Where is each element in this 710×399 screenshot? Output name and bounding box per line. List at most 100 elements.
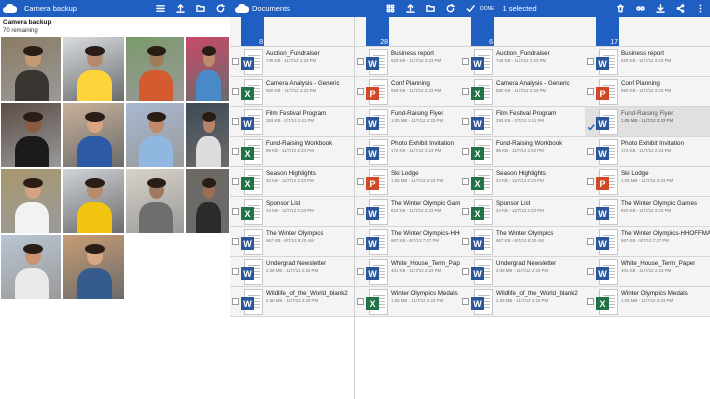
photo-thumbnail[interactable] bbox=[0, 36, 62, 102]
checkbox[interactable] bbox=[357, 298, 364, 305]
file-row[interactable]: W White_House_Term_Paper 401 KB - 11/7/12 … bbox=[355, 257, 460, 287]
file-row[interactable]: X Sponsor List 24 KB - 11/7/12 2:23 PM bbox=[460, 197, 585, 227]
file-row[interactable]: W The Winter Olympics-HHOFFMA 667 KB - 8/7… bbox=[585, 227, 710, 257]
checkbox[interactable] bbox=[587, 88, 594, 95]
file-row[interactable]: W Photo Exhibit Invitation 172 KB - 11/7/1… bbox=[585, 137, 710, 167]
share-icon[interactable] bbox=[670, 0, 690, 17]
photo-thumbnail[interactable] bbox=[0, 168, 62, 234]
checkbox-checked[interactable] bbox=[587, 118, 595, 131]
file-row[interactable]: P Ski Lodge 1.05 MB - 11/7/12 2:23 PM bbox=[585, 167, 710, 197]
file-row[interactable]: X Season Highlights 34 KB - 11/7/12 2:23 P… bbox=[460, 167, 585, 197]
file-row[interactable]: W Fund-Raising Flyer 1.05 MB - 11/7/12 2:2… bbox=[585, 107, 710, 137]
file-row[interactable]: W Auction_Fundraiser 745 KB - 11/7/12 2:23… bbox=[230, 47, 354, 77]
checkbox[interactable] bbox=[232, 58, 239, 65]
checkbox[interactable] bbox=[462, 58, 469, 65]
file-row[interactable]: X Season Highlights 34 KB - 11/7/12 2:23 P… bbox=[230, 167, 354, 197]
folder-icon[interactable] bbox=[420, 0, 440, 17]
download-icon[interactable] bbox=[650, 0, 670, 17]
checkbox[interactable] bbox=[357, 118, 364, 125]
photo-thumbnail[interactable] bbox=[62, 36, 125, 102]
checkbox[interactable] bbox=[232, 148, 239, 155]
checkbox[interactable] bbox=[232, 88, 239, 95]
checkbox[interactable] bbox=[357, 178, 364, 185]
checkbox[interactable] bbox=[462, 208, 469, 215]
photo-thumbnail[interactable] bbox=[185, 168, 230, 234]
refresh-icon[interactable] bbox=[440, 0, 460, 17]
file-row[interactable]: W Undergrad Newsletter 2.38 MB - 11/7/12 2… bbox=[230, 257, 354, 287]
folder-row[interactable]: 6 bbox=[460, 17, 585, 47]
list-icon[interactable] bbox=[150, 0, 170, 17]
file-row[interactable]: W Film Festival Program 293 KB - 2/7/13 1:… bbox=[460, 107, 585, 137]
file-row[interactable]: W Auction_Fundraiser 745 KB - 11/7/12 2:23… bbox=[460, 47, 585, 77]
file-row[interactable]: X Fund-Raising Workbook 89 KB - 11/7/12 2:… bbox=[230, 137, 354, 167]
link-icon[interactable] bbox=[630, 0, 650, 17]
checkbox[interactable] bbox=[462, 118, 469, 125]
file-row[interactable]: W Photo Exhibit Invitation 172 KB - 11/7/1… bbox=[355, 137, 460, 167]
checkbox[interactable] bbox=[462, 148, 469, 155]
photo-thumbnail[interactable] bbox=[125, 168, 185, 234]
file-row[interactable]: P Ski Lodge 1.05 MB - 11/7/12 2:23 PM bbox=[355, 167, 460, 197]
checkbox[interactable] bbox=[587, 238, 594, 245]
photo-thumbnail[interactable] bbox=[125, 102, 185, 168]
checkbox[interactable] bbox=[232, 208, 239, 215]
checkbox[interactable] bbox=[357, 268, 364, 275]
checkbox[interactable] bbox=[587, 58, 594, 65]
folder-row[interactable]: 28 bbox=[355, 17, 460, 47]
checkbox[interactable] bbox=[462, 88, 469, 95]
photo-thumbnail[interactable] bbox=[125, 36, 185, 102]
photo-thumbnail[interactable] bbox=[0, 102, 62, 168]
photo-thumbnail[interactable] bbox=[62, 102, 125, 168]
file-row[interactable]: W Wildlife_of_the_World_blank2 2.38 MB - 1… bbox=[460, 287, 585, 317]
checkbox[interactable] bbox=[357, 58, 364, 65]
photo-thumbnail[interactable] bbox=[0, 234, 62, 300]
checkbox[interactable] bbox=[232, 118, 239, 125]
grid-icon[interactable] bbox=[380, 0, 400, 17]
checkbox[interactable] bbox=[462, 268, 469, 275]
checkbox[interactable] bbox=[587, 208, 594, 215]
folder-row[interactable]: 17 bbox=[585, 17, 710, 47]
file-row[interactable]: W The Winter Olympic Games 824 KB - 11/7/1… bbox=[585, 197, 710, 227]
file-row[interactable]: W Fund-Raising Flyer 1.05 MB - 11/7/12 2:2… bbox=[355, 107, 460, 137]
checkbox[interactable] bbox=[462, 238, 469, 245]
file-row[interactable]: W Wildlife_of_the_World_blank2 2.38 MB - 1… bbox=[230, 287, 354, 317]
file-row[interactable]: X Fund-Raising Workbook 89 KB - 11/7/12 2:… bbox=[460, 137, 585, 167]
refresh-icon[interactable] bbox=[210, 0, 230, 17]
checkbox[interactable] bbox=[462, 178, 469, 185]
file-row[interactable]: WThe Winter Olympics-HHOFI667 KB - 8/7/1… bbox=[355, 227, 460, 257]
photo-thumbnail[interactable] bbox=[62, 168, 125, 234]
file-row[interactable]: X Camera Analysis - Generic 550 KB - 11/7/… bbox=[460, 77, 585, 107]
file-row[interactable]: P Conf Planning 550 KB - 11/7/12 2:23 PM bbox=[585, 77, 710, 107]
checkbox[interactable] bbox=[587, 178, 594, 185]
checkbox[interactable] bbox=[357, 88, 364, 95]
checkbox[interactable] bbox=[357, 148, 364, 155]
file-row[interactable]: X Camera Analysis - Generic 550 KB - 11/7/… bbox=[230, 77, 354, 107]
checkbox[interactable] bbox=[357, 208, 364, 215]
more-icon[interactable] bbox=[690, 0, 710, 17]
file-row[interactable]: W The Winter Olympic Games 824 KB - 11/7/1… bbox=[355, 197, 460, 227]
photo-thumbnail[interactable] bbox=[185, 36, 230, 102]
file-row[interactable]: X Sponsor List 24 KB - 11/7/12 2:23 PM bbox=[230, 197, 354, 227]
file-row[interactable]: W Undergrad Newsletter 2.38 MB - 11/7/12 2… bbox=[460, 257, 585, 287]
checkbox[interactable] bbox=[587, 268, 594, 275]
upload-icon[interactable] bbox=[400, 0, 420, 17]
checkbox[interactable] bbox=[587, 298, 594, 305]
file-row[interactable]: W Business report 620 KB - 11/7/12 2:23 PM bbox=[585, 47, 710, 77]
checkbox[interactable] bbox=[232, 178, 239, 185]
checkbox[interactable] bbox=[357, 238, 364, 245]
file-row[interactable]: W The Winter Olympics 667 KB - 8/7/13 9:20… bbox=[230, 227, 354, 257]
photo-thumbnail[interactable] bbox=[62, 234, 125, 300]
checkmark-icon[interactable] bbox=[460, 0, 480, 17]
checkbox[interactable] bbox=[232, 238, 239, 245]
folder-row[interactable]: 8 bbox=[230, 17, 354, 47]
upload-icon[interactable] bbox=[170, 0, 190, 17]
folder-icon[interactable] bbox=[190, 0, 210, 17]
checkbox[interactable] bbox=[232, 268, 239, 275]
file-row[interactable]: P Conf Planning 550 KB - 11/7/12 2:23 PM bbox=[355, 77, 460, 107]
file-row[interactable]: W The Winter Olympics 667 KB - 8/7/13 9:20… bbox=[460, 227, 585, 257]
checkbox[interactable] bbox=[232, 298, 239, 305]
delete-icon[interactable] bbox=[610, 0, 630, 17]
file-row[interactable]: W White_House_Term_Paper 401 KB - 11/7/12 … bbox=[585, 257, 710, 287]
file-row[interactable]: X Winter Olympics Medals 1.05 MB - 11/7/12… bbox=[355, 287, 460, 317]
photo-thumbnail[interactable] bbox=[185, 102, 230, 168]
file-row[interactable]: W Film Festival Program 293 KB - 2/7/13 1:… bbox=[230, 107, 354, 137]
